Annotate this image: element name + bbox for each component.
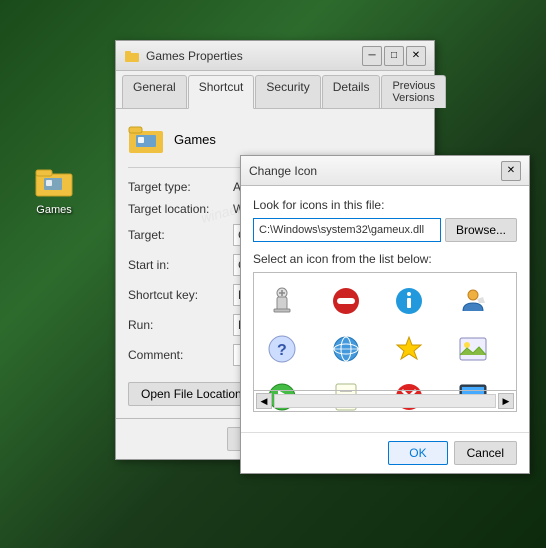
scroll-track[interactable] <box>274 394 496 408</box>
dialog-cancel-button[interactable]: Cancel <box>454 441 517 465</box>
tab-general[interactable]: General <box>122 75 187 108</box>
change-icon-dialog: Change Icon ✕ Look for icons in this fil… <box>240 155 530 474</box>
file-path-input[interactable] <box>253 218 441 242</box>
change-icon-title-bar: Change Icon ✕ <box>241 156 529 186</box>
dialog-content: Look for icons in this file: Browse... S… <box>241 186 529 432</box>
dialog-ok-button[interactable]: OK <box>388 441 447 465</box>
title-bar-left: Games Properties <box>124 48 243 64</box>
file-input-row: Browse... <box>253 218 517 242</box>
desktop-icon-label: Games <box>36 204 71 216</box>
change-icon-title-text: Change Icon <box>249 164 317 178</box>
icon-cell-2[interactable] <box>324 279 368 323</box>
browse-button[interactable]: Browse... <box>445 218 517 242</box>
file-label: Look for icons in this file: <box>253 198 517 212</box>
properties-window-title: Games Properties <box>146 49 243 63</box>
tab-shortcut[interactable]: Shortcut <box>188 75 255 109</box>
start-in-label: Start in: <box>128 258 233 272</box>
maximize-button[interactable]: □ <box>384 46 404 66</box>
dialog-footer: OK Cancel <box>241 432 529 473</box>
tab-details[interactable]: Details <box>322 75 381 108</box>
icon-cell-7[interactable] <box>387 327 431 371</box>
properties-title-bar: Games Properties ─ □ ✕ <box>116 41 434 71</box>
comment-label: Comment: <box>128 348 233 362</box>
icon-cell-4[interactable] <box>451 279 495 323</box>
title-bar-controls: ─ □ ✕ <box>362 46 426 66</box>
icon-cell-3[interactable] <box>387 279 431 323</box>
desktop-icon-games[interactable]: Games <box>22 160 86 216</box>
close-button[interactable]: ✕ <box>406 46 426 66</box>
scroll-right-arrow[interactable]: ▶ <box>498 393 514 409</box>
props-app-icon <box>128 121 164 157</box>
icon-select-label: Select an icon from the list below: <box>253 252 517 266</box>
icon-cell-8[interactable] <box>451 327 495 371</box>
tab-bar: General Shortcut Security Details Previo… <box>116 71 434 109</box>
svg-text:?: ? <box>277 342 287 359</box>
tab-security[interactable]: Security <box>255 75 320 108</box>
props-icon-label: Games <box>174 132 216 147</box>
target-location-label: Target location: <box>128 202 233 216</box>
shortcut-key-label: Shortcut key: <box>128 288 233 302</box>
change-icon-title-left: Change Icon <box>249 164 317 178</box>
change-icon-close-button[interactable]: ✕ <box>501 161 521 181</box>
run-label: Run: <box>128 318 233 332</box>
target-type-label: Target type: <box>128 180 233 194</box>
icon-cell-6[interactable] <box>324 327 368 371</box>
change-icon-controls: ✕ <box>501 161 521 181</box>
icon-cell-5[interactable]: ? <box>260 327 304 371</box>
tab-previous-versions[interactable]: Previous Versions <box>381 75 446 108</box>
target-label: Target: <box>128 228 233 242</box>
properties-window-icon <box>124 48 140 64</box>
scroll-left-arrow[interactable]: ◀ <box>256 393 272 409</box>
icon-grid-scrollbar[interactable]: ◀ ▶ <box>254 390 516 411</box>
icon-grid-container: ? <box>253 272 517 412</box>
minimize-button[interactable]: ─ <box>362 46 382 66</box>
open-file-location-button[interactable]: Open File Location <box>128 382 255 406</box>
games-folder-icon <box>34 160 74 200</box>
icon-cell-1[interactable] <box>260 279 304 323</box>
